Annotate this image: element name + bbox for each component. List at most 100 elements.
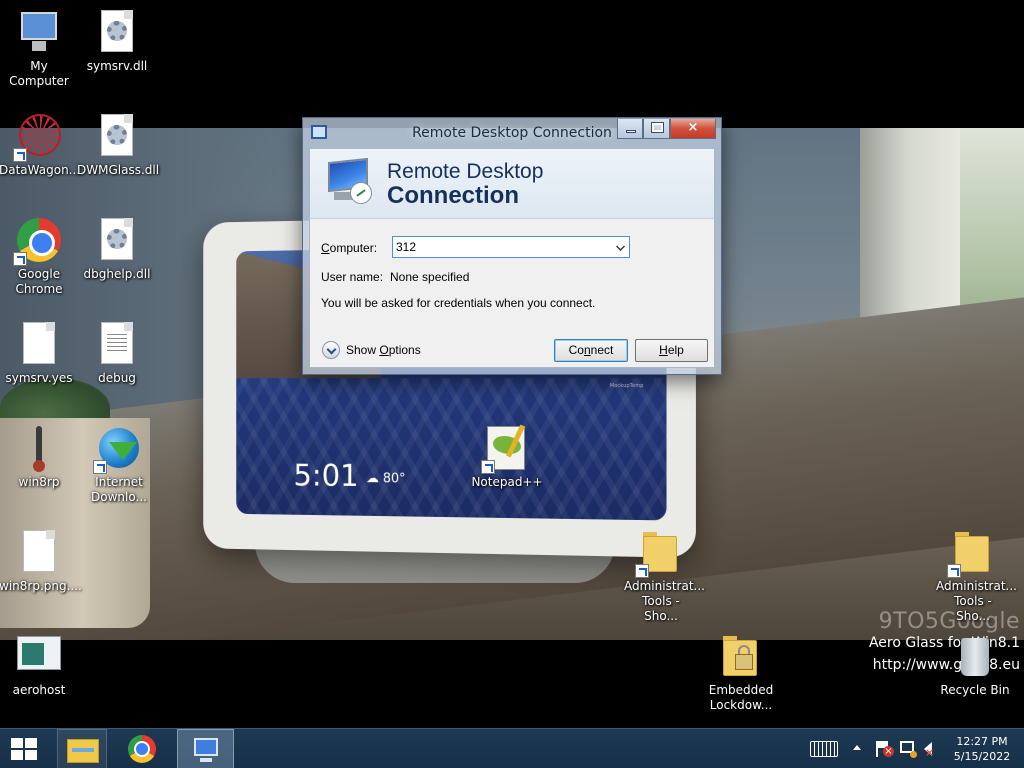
maximize-button[interactable]	[643, 119, 670, 139]
shortcut-arrow-icon	[13, 148, 27, 162]
desktop-icon-label: Notepad++	[467, 475, 547, 490]
internet-download-manager-shortcut-icon	[95, 424, 143, 472]
desktop-icon-label: Administrat... Tools - Sho...	[624, 579, 698, 624]
expand-chevron-icon	[322, 341, 340, 359]
desktop-icon-label: debug	[77, 371, 157, 386]
shortcut-arrow-icon	[635, 564, 649, 578]
close-icon: ×	[688, 120, 699, 135]
credentials-message: You will be asked for credentials when y…	[321, 296, 595, 310]
taskbar-file-explorer[interactable]	[57, 729, 107, 768]
chevron-down-icon[interactable]	[616, 242, 625, 251]
network-icon[interactable]	[900, 741, 914, 753]
chrome-shortcut-icon	[15, 216, 63, 264]
desktop-icon-label: dbghelp.dll	[77, 267, 157, 282]
locked-folder-icon	[717, 632, 765, 680]
desktop-icon-internet-download-manager[interactable]: Internet Downlo...	[77, 424, 161, 505]
thermometer-icon	[15, 424, 63, 472]
desktop-icon-symsrv-yes[interactable]: symsrv.yes	[0, 320, 79, 386]
remote-desktop-icon	[194, 738, 218, 756]
chrome-icon	[128, 735, 156, 763]
remote-desktop-connection-window: Remote Desktop Connection × Remote Deskt…	[302, 117, 722, 375]
shortcut-arrow-icon	[93, 460, 107, 474]
close-button[interactable]: ×	[670, 119, 716, 139]
help-button[interactable]: Help	[635, 339, 708, 362]
desktop-icon-embedded-lockdown[interactable]: Embedded Lockdow...	[701, 632, 781, 713]
desktop-icon-my-computer[interactable]: My Computer	[0, 8, 79, 89]
desktop-icon-symsrv-dll[interactable]: symsrv.dll	[77, 8, 157, 74]
desktop-icon-label: My Computer	[0, 59, 79, 89]
shortcut-arrow-icon	[947, 564, 961, 578]
device-screen-label: MockupTemp	[610, 383, 644, 389]
desktop-icon-datawagon[interactable]: DataWagon...	[0, 112, 79, 178]
desktop-icon-dbghelp-dll[interactable]: dbghelp.dll	[77, 216, 157, 282]
taskbar-google-chrome[interactable]	[117, 729, 167, 768]
system-clock[interactable]: 12:27 PM 5/15/2022	[948, 734, 1016, 764]
dialog-banner: Remote Desktop Connection	[309, 148, 715, 218]
desktop-icon-recycle-bin[interactable]: Recycle Bin	[935, 632, 1015, 698]
desktop-icon-dwmglass-dll[interactable]: DWMGlass.dll	[77, 112, 157, 178]
desktop-icon-label: Administrat... Tools - Sho...	[936, 579, 1010, 624]
desktop-icon-debug[interactable]: debug	[77, 320, 157, 386]
connect-button[interactable]: Connect	[554, 339, 628, 362]
desktop-icon-administrative-tools-1[interactable]: Administrat... Tools - Sho...	[621, 528, 701, 624]
username-value: None specified	[390, 270, 469, 284]
desktop-icon-label: Recycle Bin	[935, 683, 1015, 698]
desktop-icon-label: DataWagon...	[0, 163, 79, 178]
recycle-bin-icon	[951, 632, 999, 680]
dialog-body: Computer: User name: None specified You …	[309, 218, 715, 368]
dll-file-icon	[93, 8, 141, 56]
volume-muted-icon[interactable]	[924, 742, 932, 756]
show-options-label: Show Options	[346, 343, 421, 357]
wallpaper-courtyard-tiles	[236, 378, 666, 521]
desktop-icon-aerohost[interactable]: aerohost	[0, 632, 79, 698]
blank-file-icon	[15, 528, 63, 576]
device-clock: 5:01	[293, 459, 358, 494]
desktop-icon-label: win8rp	[0, 475, 79, 490]
desktop-icon-administrative-tools-2[interactable]: Administrat... Tools - Sho...	[933, 528, 1013, 624]
desktop-icon-label: Embedded Lockdow...	[708, 683, 774, 713]
desktop-icon-label: win8rp.png....	[0, 579, 79, 594]
desktop-icon-notepad-plus-plus[interactable]: Notepad++	[467, 424, 547, 490]
desktop-icon-label: Google Chrome	[11, 267, 67, 297]
folder-shortcut-icon	[637, 528, 685, 576]
desktop-icon-label: symsrv.dll	[77, 59, 157, 74]
desktop-icon-google-chrome[interactable]: Google Chrome	[0, 216, 79, 297]
app-window-icon	[15, 632, 63, 680]
show-hidden-icons-chevron-icon[interactable]	[853, 745, 861, 750]
shortcut-arrow-icon	[481, 460, 495, 474]
remote-desktop-monitor-icon	[326, 158, 376, 210]
device-weather: ☁ 80°	[366, 471, 405, 486]
touch-keyboard-icon[interactable]	[810, 741, 838, 757]
computer-combobox[interactable]	[392, 236, 630, 258]
blank-file-icon	[15, 320, 63, 368]
taskbar-remote-desktop-connection[interactable]	[177, 729, 234, 768]
computer-input[interactable]	[393, 237, 605, 257]
dll-file-icon	[93, 112, 141, 160]
desktop-icon-label: DWMGlass.dll	[77, 163, 157, 178]
minimize-icon	[626, 130, 636, 133]
datawagon-shortcut-icon	[15, 112, 63, 160]
maximize-icon	[652, 123, 663, 132]
shortcut-arrow-icon	[13, 252, 27, 266]
desktop-icon-win8rp-png[interactable]: win8rp.png....	[0, 528, 79, 594]
minimize-button[interactable]	[617, 119, 643, 139]
computer-label: Computer:	[321, 241, 377, 255]
desktop-icon-win8rp[interactable]: win8rp	[0, 424, 79, 490]
window-titlebar[interactable]: Remote Desktop Connection ×	[303, 118, 721, 148]
username-label: User name:	[321, 270, 383, 284]
dll-file-icon	[93, 216, 141, 264]
windows-logo-icon	[11, 738, 37, 760]
clock-time: 12:27 PM	[948, 734, 1016, 749]
computer-icon	[15, 8, 63, 56]
text-file-icon	[93, 320, 141, 368]
file-explorer-icon	[67, 739, 99, 763]
clock-date: 5/15/2022	[948, 749, 1016, 764]
taskbar: 12:27 PM 5/15/2022	[0, 728, 1024, 768]
folder-shortcut-icon	[949, 528, 997, 576]
banner-title-line1: Remote Desktop	[387, 160, 543, 184]
desktop-icon-label: symsrv.yes	[0, 371, 79, 386]
desktop-icon-label: Internet Downlo...	[88, 475, 150, 505]
banner-title-line2: Connection	[387, 182, 519, 210]
start-button[interactable]	[0, 729, 50, 768]
action-center-flag-icon[interactable]	[876, 741, 890, 757]
